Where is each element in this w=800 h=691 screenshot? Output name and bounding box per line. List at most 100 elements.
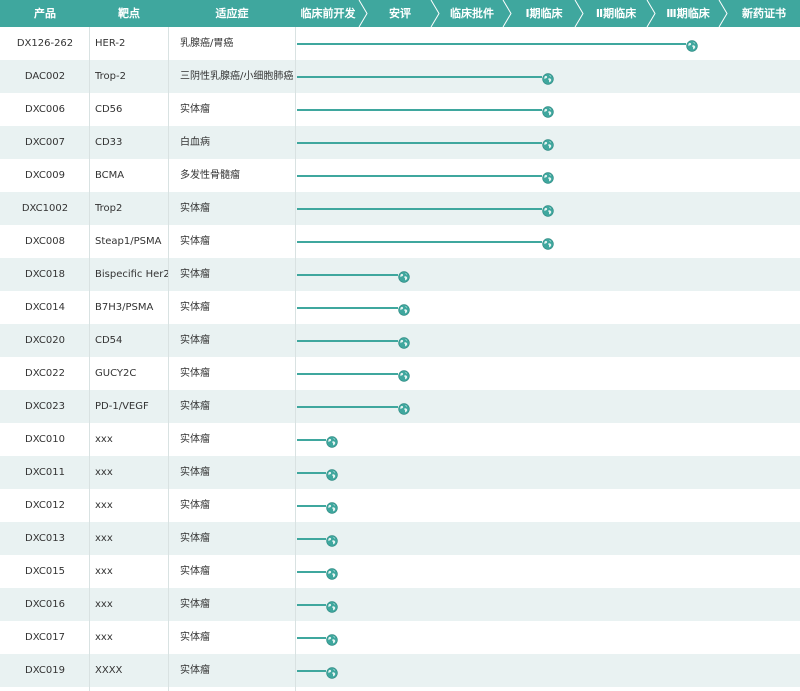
header-product: 产品: [34, 7, 56, 20]
cell-target: xxx: [95, 632, 113, 643]
cell-target: CD56: [95, 104, 123, 115]
cell-indication: 实体瘤: [180, 500, 210, 511]
cell-target: HER-2: [95, 38, 126, 49]
cell-product: DXC008: [25, 236, 65, 247]
progress-bar: [297, 373, 398, 375]
globe-icon: [326, 466, 338, 481]
cell-indication: 实体瘤: [180, 566, 210, 577]
cell-product: DX126-262: [16, 38, 74, 49]
cell-indication: 实体瘤: [180, 533, 210, 544]
cell-target: Trop2: [95, 203, 123, 214]
cell-target: xxx: [95, 500, 113, 511]
cell-target: xxx: [95, 434, 113, 445]
cell-indication: 实体瘤: [180, 203, 210, 214]
table-row: DXC022 GUCY2C 实体瘤: [0, 357, 800, 390]
progress-track: [296, 291, 800, 324]
table-row: DXC013 xxx 实体瘤: [0, 522, 800, 555]
progress-track: [296, 258, 800, 291]
progress-track: [296, 324, 800, 357]
cell-indication: 实体瘤: [180, 401, 210, 412]
cell-indication: 实体瘤: [180, 335, 210, 346]
table-row: DXC006 CD56 实体瘤: [0, 93, 800, 126]
progress-track: [296, 27, 800, 60]
progress-bar: [297, 43, 686, 45]
header-stage-phase1: Ⅰ期临床: [525, 7, 563, 20]
progress-track: [296, 654, 800, 687]
cell-indication: 实体瘤: [180, 236, 210, 247]
table-header: 产品 靶点 适应症 临床前开发 安评 临床批件 Ⅰ期临床 Ⅱ期临床 Ⅲ期临床 新…: [0, 0, 800, 27]
table-row: DXC011 xxx 实体瘤: [0, 456, 800, 489]
cell-product: DXC015: [25, 566, 65, 577]
cell-target: Trop-2: [95, 71, 126, 82]
table-row: DXC016 xxx 实体瘤: [0, 588, 800, 621]
progress-track: [296, 192, 800, 225]
cell-product: DXC019: [25, 665, 65, 676]
progress-track: [296, 159, 800, 192]
progress-bar: [297, 274, 398, 276]
globe-icon: [398, 334, 410, 349]
table-row: DXC023 PD-1/VEGF 实体瘤: [0, 390, 800, 423]
table-row: DAC002 Trop-2 三阴性乳腺癌/小细胞肺癌: [0, 60, 800, 93]
cell-indication: 实体瘤: [180, 269, 210, 280]
progress-bar: [297, 307, 398, 309]
progress-bar: [297, 175, 542, 177]
header-indication: 适应症: [215, 7, 249, 20]
globe-icon: [542, 235, 554, 250]
cell-indication: 多发性骨髓瘤: [180, 170, 240, 181]
header-stage-safety: 安评: [389, 7, 411, 20]
progress-bar: [297, 538, 326, 540]
cell-target: Bispecific Her2: [95, 269, 168, 280]
progress-bar: [297, 76, 542, 78]
globe-icon: [542, 136, 554, 151]
cell-product: DXC1002: [21, 203, 69, 214]
progress-track: [296, 126, 800, 159]
header-target: 靶点: [118, 7, 140, 20]
cell-target: CD54: [95, 335, 123, 346]
table-row: DXC019 XXXX 实体瘤: [0, 654, 800, 687]
cell-target: xxx: [95, 533, 113, 544]
progress-track: [296, 390, 800, 423]
globe-icon: [326, 565, 338, 580]
table-row: DXC020 CD54 实体瘤: [0, 324, 800, 357]
header-stage-phase2: Ⅱ期临床: [595, 7, 637, 20]
progress-bar: [297, 505, 326, 507]
column-divider: [295, 27, 296, 691]
cell-target: GUCY2C: [95, 368, 137, 379]
progress-track: [296, 489, 800, 522]
cell-indication: 实体瘤: [180, 599, 210, 610]
cell-product: DXC013: [25, 533, 65, 544]
table-row: DXC008 Steap1/PSMA 实体瘤: [0, 225, 800, 258]
cell-product: DXC014: [25, 302, 65, 313]
progress-bar: [297, 604, 326, 606]
cell-product: DXC009: [25, 170, 65, 181]
cell-target: Steap1/PSMA: [95, 236, 162, 247]
progress-bar: [297, 142, 542, 144]
cell-product: DXC022: [25, 368, 65, 379]
cell-target: CD33: [95, 137, 123, 148]
globe-icon: [542, 70, 554, 85]
table-row: DX126-262 HER-2 乳腺癌/胃癌: [0, 27, 800, 60]
globe-icon: [542, 169, 554, 184]
progress-bar: [297, 670, 326, 672]
cell-indication: 乳腺癌/胃癌: [180, 38, 234, 49]
progress-track: [296, 423, 800, 456]
progress-bar: [297, 439, 326, 441]
table-row: DXC009 BCMA 多发性骨髓瘤: [0, 159, 800, 192]
globe-icon: [326, 433, 338, 448]
progress-track: [296, 357, 800, 390]
cell-product: DXC017: [25, 632, 65, 643]
cell-indication: 实体瘤: [180, 467, 210, 478]
cell-indication: 实体瘤: [180, 302, 210, 313]
globe-icon: [326, 499, 338, 514]
progress-track: [296, 60, 800, 93]
progress-bar: [297, 241, 542, 243]
column-divider: [168, 27, 169, 691]
progress-track: [296, 621, 800, 654]
progress-track: [296, 588, 800, 621]
progress-track: [296, 93, 800, 126]
table-row: DXC018 Bispecific Her2 实体瘤: [0, 258, 800, 291]
globe-icon: [326, 664, 338, 679]
cell-product: DXC020: [25, 335, 65, 346]
cell-product: DXC011: [25, 467, 65, 478]
globe-icon: [326, 631, 338, 646]
